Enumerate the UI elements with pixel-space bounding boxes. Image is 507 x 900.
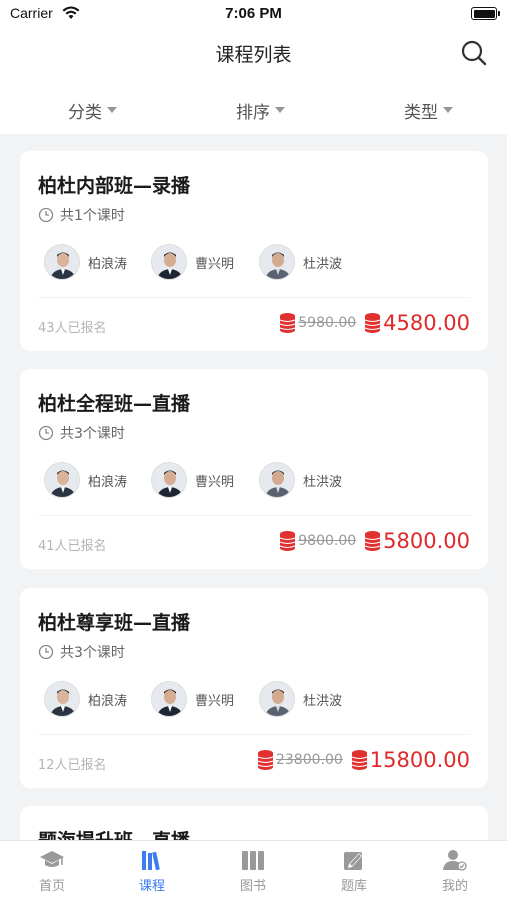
coin-stack-icon <box>257 750 274 770</box>
coin-stack-icon <box>351 750 367 770</box>
teacher-item: 柏浪涛 <box>44 681 127 717</box>
tab-courses[interactable]: 课程 <box>122 849 182 894</box>
avatar <box>44 244 80 280</box>
battery-icon <box>471 7 500 20</box>
course-title: 柏杜内部班—录播 <box>38 175 191 197</box>
enrolled-count: 12人已报名 <box>38 758 107 773</box>
course-title: 柏杜全程班—直播 <box>38 393 191 415</box>
lesson-count-label: 共3个课时 <box>60 426 125 442</box>
teacher-name: 曹兴明 <box>195 256 235 272</box>
teacher-name: 杜洪波 <box>303 693 343 709</box>
avatar <box>44 462 80 498</box>
teacher-item: 曹兴明 <box>151 462 234 498</box>
tab-books[interactable]: 图书 <box>223 849 283 894</box>
tab-profile-label: 我的 <box>441 879 468 894</box>
tab-home[interactable]: 首页 <box>22 849 82 894</box>
filter-sort-label: 排序 <box>236 103 270 123</box>
coin-stack-icon <box>280 531 296 551</box>
book-stack-icon <box>242 851 264 870</box>
price-row: 9800.00 5800.00 <box>279 529 470 553</box>
divider <box>38 734 470 735</box>
edit-icon <box>344 852 362 870</box>
filter-bar: 分类 排序 类型 <box>0 78 507 134</box>
course-title: 题海提升班—直播 <box>38 826 190 840</box>
avatar <box>259 681 295 717</box>
course-title: 柏杜尊享班—直播 <box>38 612 191 634</box>
enrolled-count: 43人已报名 <box>38 321 107 336</box>
navigation-bar: 课程列表 <box>0 28 507 78</box>
avatar <box>259 244 295 280</box>
user-icon <box>443 850 467 871</box>
tab-home-label: 首页 <box>38 879 65 894</box>
lesson-count-label: 共3个课时 <box>60 645 125 661</box>
avatar <box>151 462 187 498</box>
clock-icon <box>38 644 54 660</box>
avatar <box>151 244 187 280</box>
status-bar: Carrier 7:06 PM <box>0 0 507 28</box>
lesson-count: 共3个课时 <box>38 423 125 443</box>
clock-icon <box>38 207 54 223</box>
filter-type-label: 类型 <box>404 103 438 123</box>
teacher-item: 杜洪波 <box>259 462 342 498</box>
teacher-name: 杜洪波 <box>303 474 343 490</box>
price-row: 5980.00 4580.00 <box>279 311 470 335</box>
tab-bar: 首页 课程 图书 题库 我的 <box>0 840 507 900</box>
enrolled-count: 41人已报名 <box>38 539 107 554</box>
teacher-name: 杜洪波 <box>303 256 343 272</box>
filter-sort[interactable]: 排序 <box>236 98 285 123</box>
teacher-item: 杜洪波 <box>259 244 342 280</box>
teacher-item: 曹兴明 <box>151 244 234 280</box>
sale-price: 5800.00 <box>383 529 470 553</box>
page-title: 课程列表 <box>215 44 292 66</box>
teacher-item: 柏浪涛 <box>44 462 127 498</box>
coin-stack-icon <box>280 313 296 333</box>
tab-profile[interactable]: 我的 <box>425 849 485 894</box>
filter-category-label: 分类 <box>68 103 102 123</box>
teacher-item: 柏浪涛 <box>44 244 127 280</box>
clock-icon <box>38 425 54 441</box>
avatar <box>44 681 80 717</box>
dropdown-arrow-icon <box>443 106 453 113</box>
tab-courses-label: 课程 <box>138 879 165 894</box>
lesson-count: 共1个课时 <box>38 205 125 225</box>
dropdown-arrow-icon <box>275 106 285 113</box>
teacher-name: 柏浪涛 <box>88 256 128 272</box>
coin-stack-icon <box>364 531 381 551</box>
graduation-cap-icon <box>40 851 64 867</box>
original-price: 23800.00 <box>275 752 343 768</box>
teacher-name: 柏浪涛 <box>88 693 128 709</box>
teacher-item: 曹兴明 <box>151 681 234 717</box>
avatar <box>151 681 187 717</box>
course-card[interactable]: 题海提升班—直播 <box>20 806 488 840</box>
avatar <box>259 462 295 498</box>
course-card[interactable]: 柏杜内部班—录播 共1个课时 柏浪涛 曹兴明 杜洪波 43人已报名 5980.0… <box>20 151 488 351</box>
tab-question-bank-label: 题库 <box>340 879 367 894</box>
sale-price: 4580.00 <box>383 311 470 335</box>
teacher-item: 杜洪波 <box>259 681 342 717</box>
price-row: 23800.00 15800.00 <box>257 748 470 772</box>
original-price: 9800.00 <box>298 533 357 549</box>
search-icon[interactable] <box>459 38 489 68</box>
lesson-count-label: 共1个课时 <box>60 208 125 224</box>
lesson-count: 共3个课时 <box>38 642 125 662</box>
tab-books-label: 图书 <box>239 879 266 894</box>
tab-question-bank[interactable]: 题库 <box>324 849 384 894</box>
divider <box>38 297 470 298</box>
divider <box>38 515 470 516</box>
course-card[interactable]: 柏杜尊享班—直播 共3个课时 柏浪涛 曹兴明 杜洪波 12人已报名 23800.… <box>20 588 488 788</box>
status-time: 7:06 PM <box>225 5 282 22</box>
course-card[interactable]: 柏杜全程班—直播 共3个课时 柏浪涛 曹兴明 杜洪波 41人已报名 9800.0… <box>20 369 488 569</box>
books-icon <box>142 851 160 871</box>
filter-type[interactable]: 类型 <box>404 98 453 123</box>
filter-category[interactable]: 分类 <box>68 98 117 123</box>
teacher-name: 曹兴明 <box>195 474 235 490</box>
dropdown-arrow-icon <box>107 106 117 113</box>
coin-stack-icon <box>364 313 381 333</box>
sale-price: 15800.00 <box>369 748 470 772</box>
teacher-name: 柏浪涛 <box>88 474 128 490</box>
original-price: 5980.00 <box>298 315 357 331</box>
teacher-name: 曹兴明 <box>195 693 235 709</box>
